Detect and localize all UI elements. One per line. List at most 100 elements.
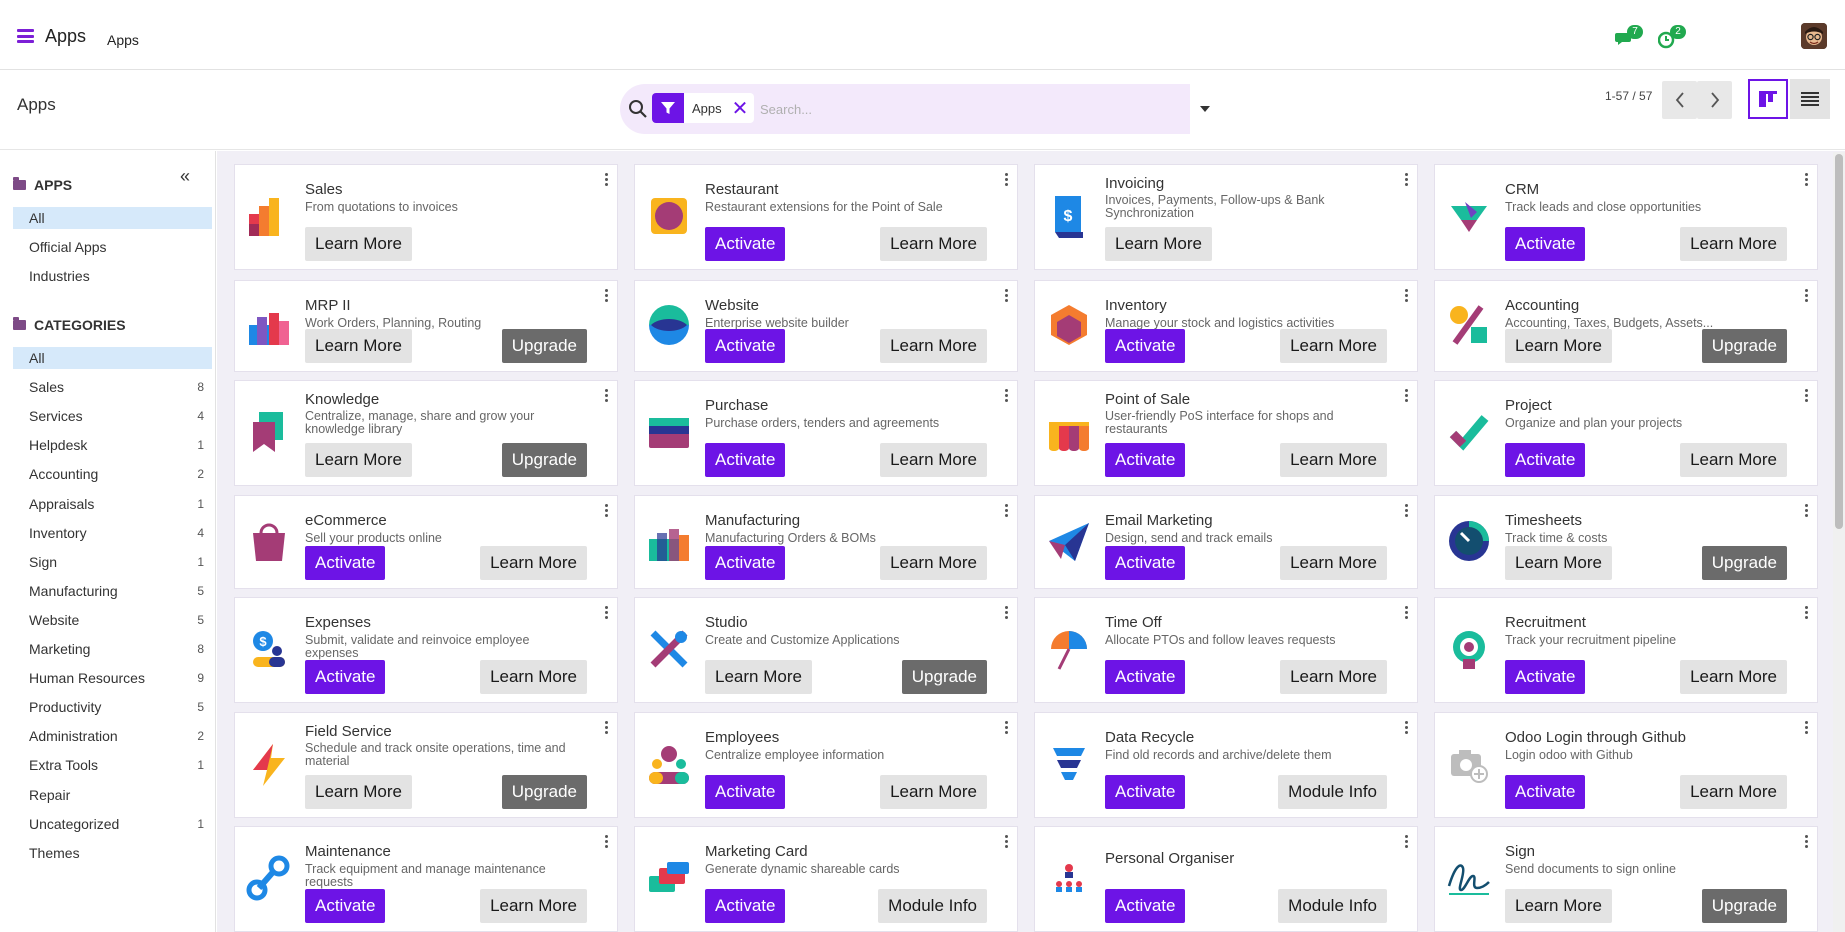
learn-more-button[interactable]: Learn More bbox=[305, 227, 412, 261]
scrollbar[interactable] bbox=[1833, 152, 1845, 932]
app-card[interactable]: Studio Create and Customize Applications L… bbox=[634, 597, 1018, 703]
learn-more-button[interactable]: Learn More bbox=[305, 443, 412, 477]
app-card[interactable]: Point of Sale User-friendly PoS interface… bbox=[1034, 380, 1418, 486]
sidebar-item-all[interactable]: All bbox=[13, 347, 212, 369]
kebab-menu-icon[interactable] bbox=[1403, 504, 1409, 517]
app-card[interactable]: Restaurant Restaurant extensions for the … bbox=[634, 164, 1018, 270]
kebab-menu-icon[interactable] bbox=[1403, 173, 1409, 186]
activate-button[interactable]: Activate bbox=[705, 329, 786, 363]
sidebar-item-appraisals[interactable]: Appraisals 1 bbox=[13, 493, 212, 515]
sidebar-item-manufacturing[interactable]: Manufacturing 5 bbox=[13, 580, 212, 602]
kebab-menu-icon[interactable] bbox=[1803, 721, 1809, 734]
sidebar-item-extra-tools[interactable]: Extra Tools 1 bbox=[13, 754, 212, 776]
app-card[interactable]: Time Off Allocate PTOs and follow leaves … bbox=[1034, 597, 1418, 703]
collapse-sidebar-icon[interactable]: « bbox=[180, 166, 190, 187]
upgrade-button[interactable]: Upgrade bbox=[501, 329, 587, 363]
kebab-menu-icon[interactable] bbox=[1803, 289, 1809, 302]
upgrade-button[interactable]: Upgrade bbox=[501, 775, 587, 809]
upgrade-button[interactable]: Upgrade bbox=[1701, 889, 1787, 923]
learn-more-button[interactable]: Learn More bbox=[880, 546, 987, 580]
app-card[interactable]: Email Marketing Design, send and track em… bbox=[1034, 495, 1418, 589]
upgrade-button[interactable]: Upgrade bbox=[1701, 329, 1787, 363]
app-card[interactable]: MRP II Work Orders, Planning, Routing Lear… bbox=[234, 280, 618, 372]
learn-more-button[interactable]: Learn More bbox=[705, 660, 812, 694]
learn-more-button[interactable]: Learn More bbox=[880, 443, 987, 477]
learn-more-button[interactable]: Learn More bbox=[1680, 775, 1787, 809]
app-card[interactable]: Knowledge Centralize, manage, share and g… bbox=[234, 380, 618, 486]
activate-button[interactable]: Activate bbox=[1105, 775, 1186, 809]
module-info-button[interactable]: Module Info bbox=[878, 889, 987, 923]
app-card[interactable]: Personal Organiser Activate Module Info bbox=[1034, 826, 1418, 932]
activate-button[interactable]: Activate bbox=[1505, 660, 1586, 694]
kebab-menu-icon[interactable] bbox=[1403, 289, 1409, 302]
menu-apps[interactable]: Apps bbox=[107, 32, 139, 48]
learn-more-button[interactable]: Learn More bbox=[1280, 660, 1387, 694]
sidebar-item-website[interactable]: Website 5 bbox=[13, 609, 212, 631]
kebab-menu-icon[interactable] bbox=[1003, 606, 1009, 619]
app-card[interactable]: Sales From quotations to invoices Learn Mo… bbox=[234, 164, 618, 270]
app-card[interactable]: Timesheets Track time & costs Learn More Up… bbox=[1434, 495, 1818, 589]
learn-more-button[interactable]: Learn More bbox=[1105, 227, 1212, 261]
learn-more-button[interactable]: Learn More bbox=[480, 889, 587, 923]
learn-more-button[interactable]: Learn More bbox=[1280, 329, 1387, 363]
kebab-menu-icon[interactable] bbox=[1803, 835, 1809, 848]
sidebar-item-themes[interactable]: Themes bbox=[13, 842, 212, 864]
user-avatar[interactable] bbox=[1801, 23, 1827, 49]
kebab-menu-icon[interactable] bbox=[1403, 721, 1409, 734]
app-card[interactable]: Website Enterprise website builder Activat… bbox=[634, 280, 1018, 372]
learn-more-button[interactable]: Learn More bbox=[880, 775, 987, 809]
learn-more-button[interactable]: Learn More bbox=[1680, 660, 1787, 694]
search-bar[interactable]: Apps ✕ bbox=[620, 84, 1190, 134]
kebab-menu-icon[interactable] bbox=[1803, 504, 1809, 517]
sidebar-item-all[interactable]: All bbox=[13, 207, 212, 229]
activate-button[interactable]: Activate bbox=[705, 775, 786, 809]
activate-button[interactable]: Activate bbox=[1105, 660, 1186, 694]
list-view-button[interactable] bbox=[1790, 79, 1830, 119]
kebab-menu-icon[interactable] bbox=[1003, 173, 1009, 186]
learn-more-button[interactable]: Learn More bbox=[480, 660, 587, 694]
app-card[interactable]: Maintenance Track equipment and manage ma… bbox=[234, 826, 618, 932]
activities-icon[interactable]: 2 bbox=[1657, 25, 1686, 49]
kebab-menu-icon[interactable] bbox=[1803, 606, 1809, 619]
learn-more-button[interactable]: Learn More bbox=[1680, 443, 1787, 477]
learn-more-button[interactable]: Learn More bbox=[1505, 329, 1612, 363]
app-card[interactable]: Manufacturing Manufacturing Orders & BOMs… bbox=[634, 495, 1018, 589]
app-card[interactable]: $ Invoicing Invoices, Payments, Follow-ups… bbox=[1034, 164, 1418, 270]
upgrade-button[interactable]: Upgrade bbox=[501, 443, 587, 477]
app-card[interactable]: Recruitment Track your recruitment pipeli… bbox=[1434, 597, 1818, 703]
activate-button[interactable]: Activate bbox=[705, 889, 786, 923]
search-options-toggle[interactable] bbox=[1192, 84, 1218, 134]
kebab-menu-icon[interactable] bbox=[603, 504, 609, 517]
kebab-menu-icon[interactable] bbox=[1003, 389, 1009, 402]
app-card[interactable]: Accounting Accounting, Taxes, Budgets, As… bbox=[1434, 280, 1818, 372]
sidebar-item-productivity[interactable]: Productivity 5 bbox=[13, 696, 212, 718]
kebab-menu-icon[interactable] bbox=[1003, 289, 1009, 302]
pager-previous-button[interactable] bbox=[1662, 81, 1697, 119]
module-info-button[interactable]: Module Info bbox=[1278, 775, 1387, 809]
kebab-menu-icon[interactable] bbox=[1403, 389, 1409, 402]
activate-button[interactable]: Activate bbox=[1505, 227, 1586, 261]
upgrade-button[interactable]: Upgrade bbox=[901, 660, 987, 694]
app-card[interactable]: Odoo Login through Github Login odoo with… bbox=[1434, 712, 1818, 818]
activate-button[interactable]: Activate bbox=[1105, 329, 1186, 363]
kebab-menu-icon[interactable] bbox=[603, 721, 609, 734]
sidebar-item-uncategorized[interactable]: Uncategorized 1 bbox=[13, 813, 212, 835]
kebab-menu-icon[interactable] bbox=[1003, 721, 1009, 734]
kebab-menu-icon[interactable] bbox=[603, 606, 609, 619]
learn-more-button[interactable]: Learn More bbox=[1505, 889, 1612, 923]
app-card[interactable]: eCommerce Sell your products online Activa… bbox=[234, 495, 618, 589]
kebab-menu-icon[interactable] bbox=[603, 173, 609, 186]
app-card[interactable]: Data Recycle Find old records and archive… bbox=[1034, 712, 1418, 818]
sidebar-item-services[interactable]: Services 4 bbox=[13, 405, 212, 427]
learn-more-button[interactable]: Learn More bbox=[880, 227, 987, 261]
remove-facet-icon[interactable]: ✕ bbox=[730, 96, 755, 121]
kebab-menu-icon[interactable] bbox=[603, 289, 609, 302]
learn-more-button[interactable]: Learn More bbox=[880, 329, 987, 363]
app-card[interactable]: Sign Send documents to sign online Learn M… bbox=[1434, 826, 1818, 932]
activate-button[interactable]: Activate bbox=[305, 546, 386, 580]
messages-icon[interactable]: 7 bbox=[1615, 25, 1643, 49]
learn-more-button[interactable]: Learn More bbox=[1280, 546, 1387, 580]
sidebar-item-sales[interactable]: Sales 8 bbox=[13, 376, 212, 398]
activate-button[interactable]: Activate bbox=[1105, 889, 1186, 923]
sidebar-item-inventory[interactable]: Inventory 4 bbox=[13, 522, 212, 544]
